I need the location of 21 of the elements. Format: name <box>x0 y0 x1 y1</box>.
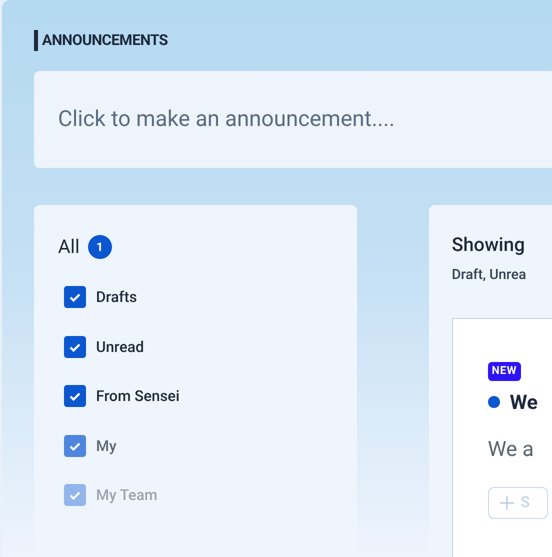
filter-option-label: Unread <box>96 336 144 358</box>
announcement-body: We a <box>488 437 534 464</box>
filter-option-label: My <box>96 436 116 456</box>
plus-icon <box>498 494 515 510</box>
filter-option-label: From Sensei <box>96 386 180 407</box>
filter-label: All <box>58 234 80 260</box>
filter-option-label: My Team <box>96 485 158 506</box>
results-heading: Showing <box>452 232 525 258</box>
filter-summary: Draft, Unrea <box>452 266 526 285</box>
filter-option-label: Drafts <box>96 287 137 308</box>
count-badge: 1 <box>88 234 112 259</box>
announcement-title: We <box>510 389 538 416</box>
checkbox[interactable] <box>64 434 86 457</box>
checkbox[interactable] <box>64 336 86 358</box>
section-title: ANNOUNCEMENTS <box>42 30 168 51</box>
new-badge: NEW <box>488 362 521 380</box>
add-button[interactable]: S <box>488 486 548 518</box>
checkbox[interactable] <box>64 385 86 408</box>
announcement-input[interactable]: Click to make an announcement.... <box>34 70 552 168</box>
checkbox[interactable] <box>64 484 86 506</box>
checkbox[interactable] <box>64 286 86 308</box>
